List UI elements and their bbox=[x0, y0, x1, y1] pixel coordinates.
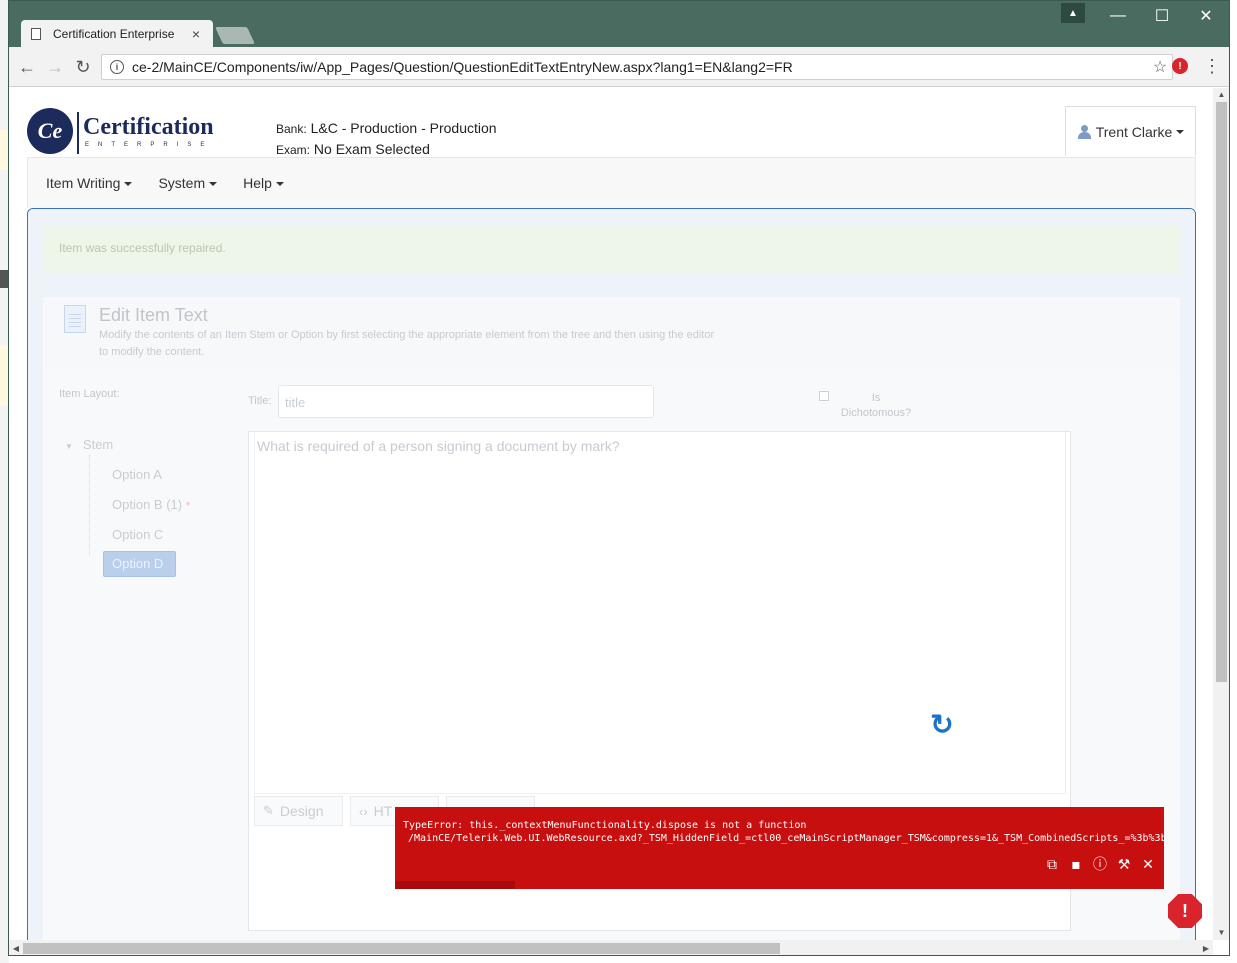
close-icon[interactable]: ✕ bbox=[1136, 855, 1160, 875]
title-label: Title: bbox=[248, 395, 272, 407]
caret-down-icon bbox=[209, 182, 218, 187]
code-icon: ‹› bbox=[359, 803, 368, 819]
url-text[interactable]: ce-2/MainCE/Components/iw/App_Pages/Ques… bbox=[132, 59, 1148, 75]
back-icon[interactable]: ← bbox=[15, 55, 39, 79]
forward-icon[interactable]: → bbox=[43, 55, 67, 79]
main-navbar: Item Writing System Help bbox=[27, 157, 1196, 208]
error-actions: ⧉ ▪ ⓘ ⚒ ✕ bbox=[1040, 855, 1160, 875]
page-viewport: Ce Certification ENTERPRISE Bank: L&C - … bbox=[9, 88, 1213, 940]
scroll-right-icon[interactable]: ▶ bbox=[1199, 940, 1213, 955]
scroll-left-icon[interactable]: ◀ bbox=[9, 940, 23, 955]
tab-title: Certification Enterprise bbox=[53, 27, 175, 41]
caret-down-icon bbox=[275, 182, 284, 187]
dichotomous-label: Is Dichotomous? bbox=[840, 392, 912, 419]
dichotomous-checkbox[interactable] bbox=[819, 391, 829, 401]
horizontal-scroll-thumb[interactable] bbox=[23, 943, 780, 954]
user-icon bbox=[1077, 124, 1091, 139]
exam-label: Exam: bbox=[276, 143, 311, 157]
extension-alert-icon[interactable]: ! bbox=[1172, 58, 1188, 74]
scroll-down-icon[interactable]: ▼ bbox=[1213, 926, 1229, 940]
comment-icon[interactable]: ▪ bbox=[1064, 855, 1088, 875]
logo-mark: Ce bbox=[27, 108, 73, 154]
tree-node-stem[interactable]: ▼ Stem bbox=[65, 437, 113, 452]
vertical-scrollbar[interactable]: ▲ ▼ bbox=[1213, 88, 1229, 940]
error-toast[interactable]: TypeError: this._contextMenuFunctionalit… bbox=[395, 807, 1164, 889]
bookmark-star-icon[interactable]: ☆ bbox=[1148, 57, 1172, 77]
info-icon[interactable]: ⓘ bbox=[1088, 855, 1112, 875]
title-input[interactable]: title bbox=[278, 385, 654, 418]
horizontal-scrollbar[interactable]: ◀ ▶ bbox=[9, 940, 1213, 955]
design-mode-button[interactable]: ✎ Design bbox=[254, 796, 343, 826]
bank-exam-info: Bank: L&C - Production - Production Exam… bbox=[276, 118, 497, 160]
user-menu[interactable]: Trent Clarke bbox=[1065, 106, 1196, 156]
triangle-down-icon[interactable]: ▼ bbox=[65, 442, 73, 451]
copy-icon[interactable]: ⧉ bbox=[1040, 855, 1064, 875]
tree-node-option-c[interactable]: Option C bbox=[112, 527, 163, 542]
wrench-icon[interactable]: ⚒ bbox=[1112, 855, 1136, 875]
browser-menu-icon[interactable]: ⋮ bbox=[1203, 56, 1221, 78]
new-tab-button[interactable] bbox=[215, 27, 255, 44]
reload-icon[interactable]: ↻ bbox=[71, 55, 95, 79]
toast-progress-bar bbox=[395, 881, 515, 889]
address-bar[interactable]: i ce-2/MainCE/Components/iw/App_Pages/Qu… bbox=[101, 54, 1173, 80]
nav-system[interactable]: System bbox=[158, 175, 218, 191]
info-icon[interactable]: i bbox=[110, 60, 124, 74]
logo[interactable]: Ce Certification ENTERPRISE bbox=[27, 108, 217, 156]
caret-down-icon bbox=[1176, 129, 1185, 134]
browser-window: Certification Enterprise × ▲ — ☐ ✕ ← → ↻… bbox=[8, 0, 1230, 956]
browser-toolbar: ← → ↻ i ce-2/MainCE/Components/iw/App_Pa… bbox=[9, 47, 1229, 87]
nav-item-writing[interactable]: Item Writing bbox=[46, 175, 133, 191]
required-marker: * bbox=[185, 500, 190, 512]
success-alert: Item was successfully repaired. bbox=[43, 225, 1180, 273]
logo-sub: ENTERPRISE bbox=[85, 142, 214, 148]
page-icon bbox=[31, 28, 41, 40]
document-icon bbox=[64, 305, 86, 333]
scroll-up-icon[interactable]: ▲ bbox=[1213, 88, 1229, 102]
pencil-icon: ✎ bbox=[263, 803, 274, 818]
page-title: Edit Item Text bbox=[99, 305, 208, 325]
tab-close-icon[interactable]: × bbox=[189, 26, 203, 42]
caret-down-icon bbox=[124, 182, 133, 187]
edit-header: Edit Item Text Modify the contents of an… bbox=[43, 297, 1180, 369]
maximize-icon[interactable]: ☐ bbox=[1139, 1, 1185, 31]
loading-refresh-icon: ↻ bbox=[930, 709, 954, 740]
error-message: TypeError: this._contextMenuFunctionalit… bbox=[403, 820, 807, 831]
title-bar: Certification Enterprise × ▲ — ☐ ✕ bbox=[9, 1, 1229, 48]
minimize-icon[interactable]: — bbox=[1095, 1, 1141, 31]
tree-node-option-d[interactable]: Option D bbox=[103, 551, 176, 577]
bank-label: Bank: bbox=[276, 122, 307, 136]
tree-node-option-b[interactable]: Option B (1) * bbox=[112, 497, 190, 512]
editor-content[interactable]: What is required of a person signing a d… bbox=[257, 438, 620, 454]
nav-help[interactable]: Help bbox=[243, 175, 284, 191]
item-layout-label: Item Layout: bbox=[59, 388, 120, 400]
profile-icon[interactable]: ▲ bbox=[1061, 3, 1085, 23]
exam-value: No Exam Selected bbox=[313, 141, 430, 157]
logo-word: Certification bbox=[83, 114, 214, 140]
page-description: Modify the contents of an Item Stem or O… bbox=[99, 329, 715, 358]
browser-tab[interactable]: Certification Enterprise × bbox=[21, 20, 213, 48]
user-name: Trent Clarke bbox=[1095, 123, 1173, 140]
close-window-icon[interactable]: ✕ bbox=[1183, 1, 1229, 31]
vertical-scroll-thumb[interactable] bbox=[1216, 102, 1227, 682]
bank-value: L&C - Production - Production bbox=[310, 120, 497, 136]
error-source: /MainCE/Telerik.Web.UI.WebResource.axd?_… bbox=[408, 833, 1164, 844]
tree-node-option-a[interactable]: Option A bbox=[112, 467, 162, 482]
